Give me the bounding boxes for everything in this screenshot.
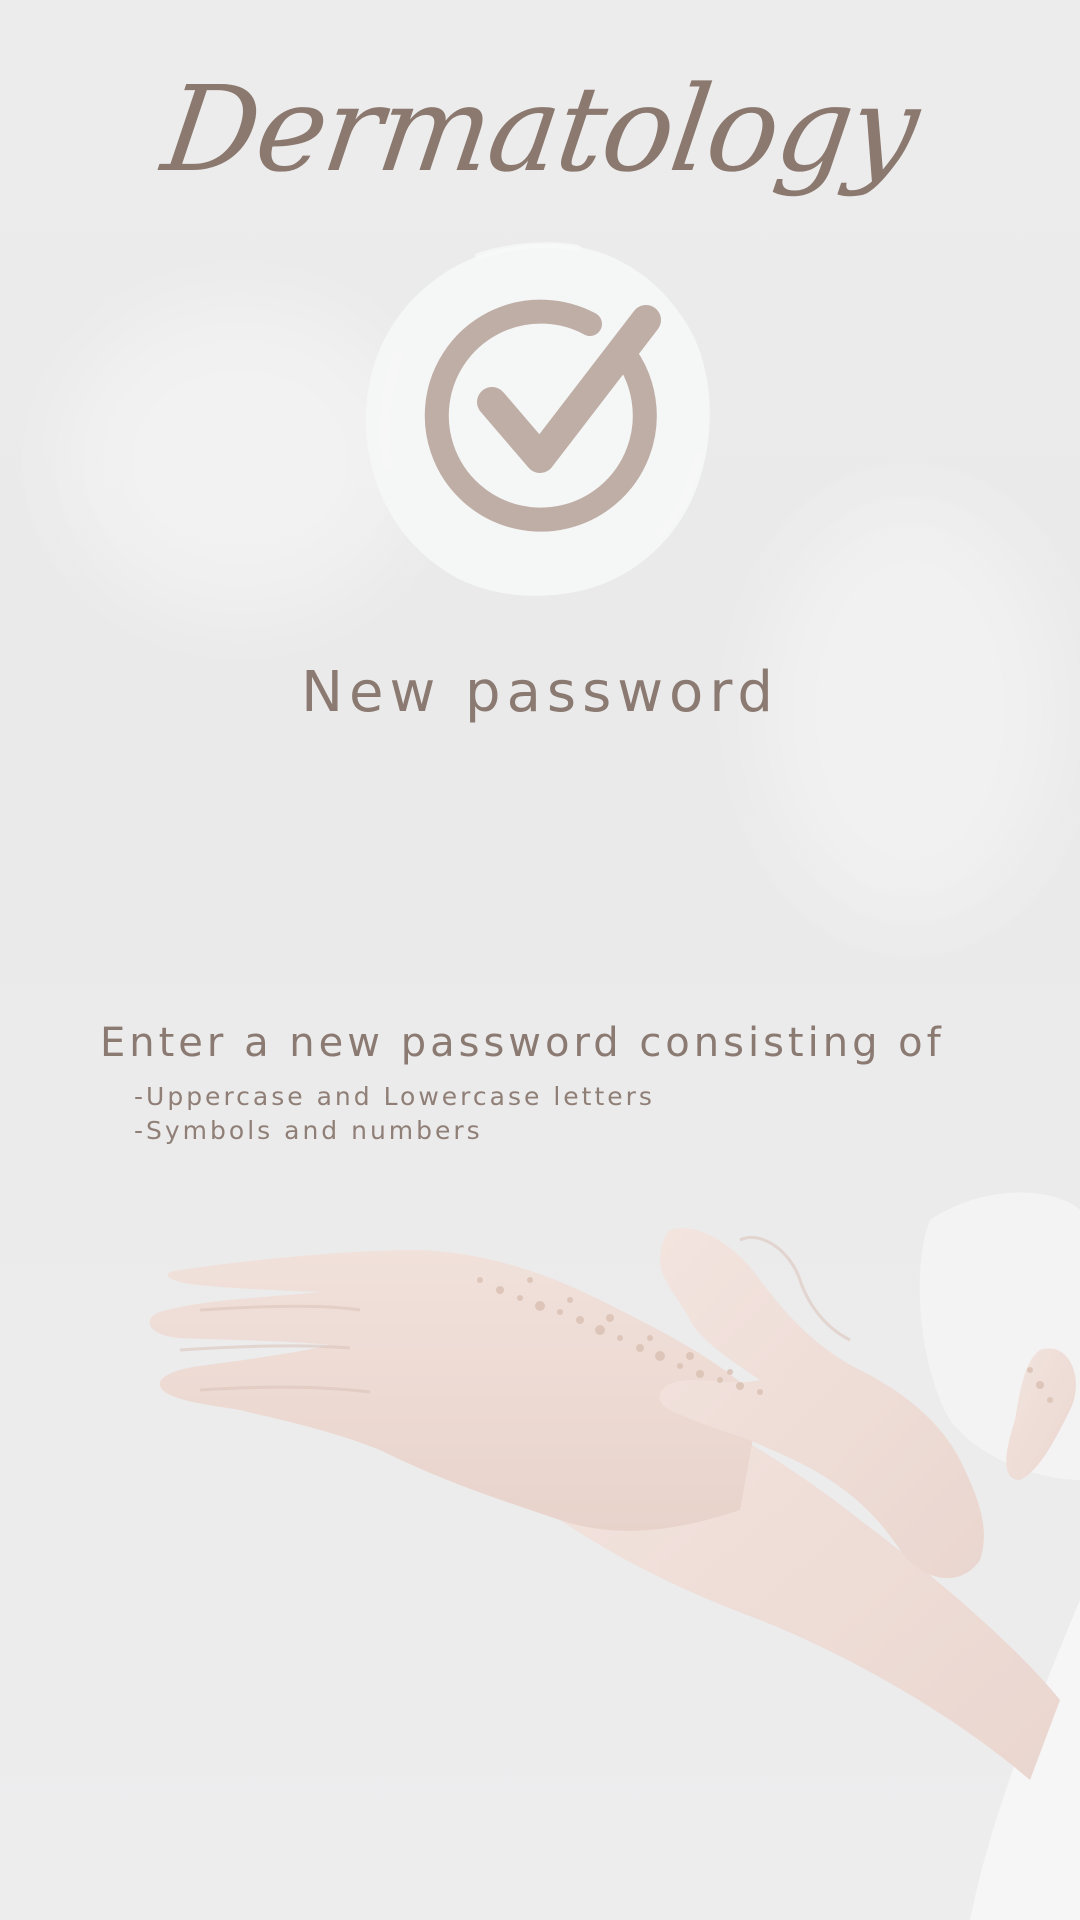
password-instructions: Enter a new password consisting of -Uppe… [100, 1020, 1000, 1148]
brand-logo-text: Dermatology [155, 60, 925, 198]
requirement-item: -Symbols and numbers [134, 1116, 483, 1145]
hands-applying-scrub-photo [149, 1192, 1080, 1920]
check-circle-icon [365, 242, 710, 596]
instructions-heading: Enter a new password consisting of [100, 1020, 945, 1066]
brand-logo: Dermatology [0, 40, 1080, 240]
requirement-list: -Uppercase and Lowercase letters -Symbol… [134, 1080, 1000, 1148]
requirement-item: -Uppercase and Lowercase letters [134, 1082, 655, 1111]
new-password-screen: Dermatology New password Enter a new pas… [0, 0, 1080, 1920]
page-title: New password [301, 660, 779, 725]
